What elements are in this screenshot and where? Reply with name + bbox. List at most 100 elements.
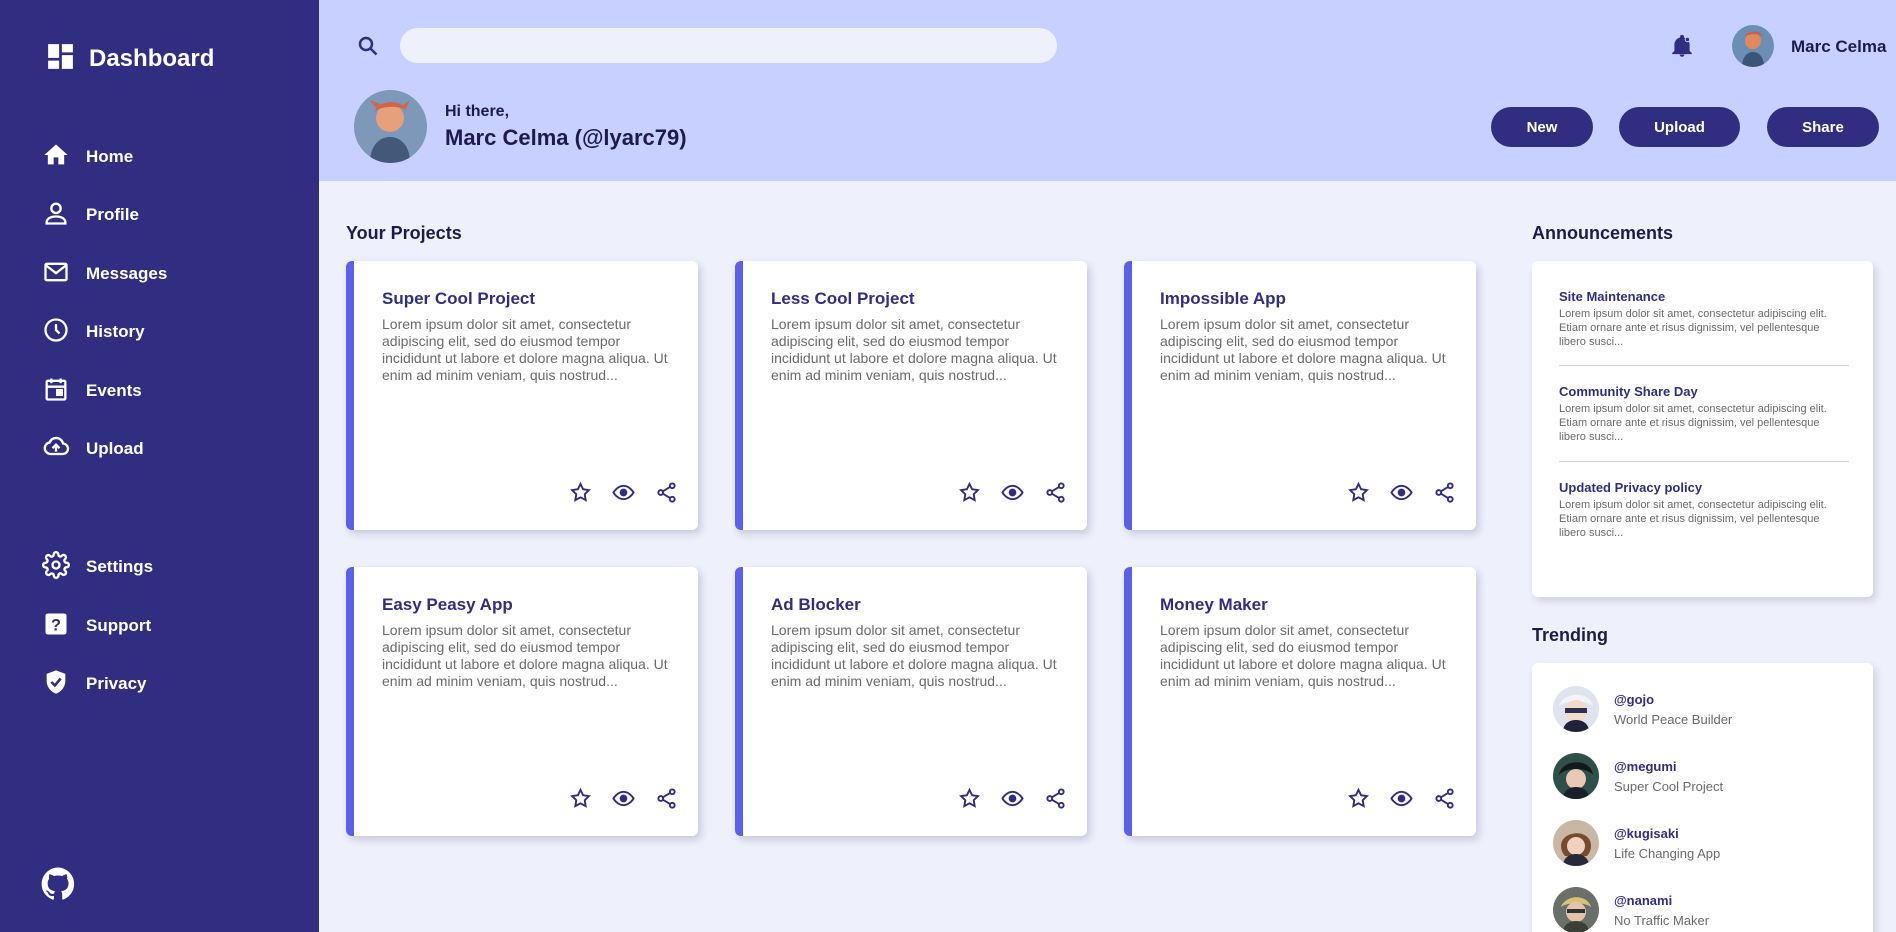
- sidebar-item-label: Settings: [86, 557, 154, 576]
- announcement-item[interactable]: Updated Privacy policy Lorem ipsum dolor…: [1559, 480, 1849, 540]
- sidebar-item-history[interactable]: History: [42, 312, 145, 352]
- announcement-title[interactable]: Community Share Day: [1559, 384, 1849, 399]
- project-card[interactable]: Impossible App Lorem ipsum dolor sit ame…: [1124, 261, 1476, 530]
- project-card[interactable]: Money Maker Lorem ipsum dolor sit amet, …: [1124, 567, 1476, 836]
- brand[interactable]: Dashboard: [44, 40, 214, 78]
- trending-item[interactable]: @nanami No Traffic Maker: [1553, 887, 1709, 932]
- eye-icon[interactable]: [1001, 787, 1024, 810]
- trending-handle[interactable]: @nanami: [1614, 893, 1709, 908]
- project-title[interactable]: Impossible App: [1160, 289, 1286, 309]
- dashboard-icon: [44, 40, 77, 78]
- trending-handle[interactable]: @kugisaki: [1614, 826, 1720, 841]
- trending-panel: @gojo World Peace Builder @megumi Super …: [1532, 663, 1873, 932]
- greeting: Hi there,: [445, 103, 510, 120]
- trending-project: No Traffic Maker: [1614, 912, 1710, 928]
- avatar[interactable]: [1732, 25, 1774, 67]
- sidebar-item-events[interactable]: Events: [42, 371, 142, 411]
- trending-project: Super Cool Project: [1614, 778, 1724, 794]
- new-button[interactable]: New: [1491, 107, 1593, 147]
- project-title[interactable]: Super Cool Project: [382, 289, 535, 309]
- avatar: [1553, 753, 1599, 799]
- project-description: Lorem ipsum dolor sit amet, consectetur …: [771, 622, 1057, 689]
- sidebar-item-label: Support: [86, 616, 152, 635]
- trending-item[interactable]: @kugisaki Life Changing App: [1553, 820, 1720, 866]
- announcement-body: Lorem ipsum dolor sit amet, consectetur …: [1559, 499, 1827, 539]
- clock-icon: [42, 316, 70, 349]
- project-card[interactable]: Super Cool Project Lorem ipsum dolor sit…: [346, 261, 698, 530]
- project-card[interactable]: Ad Blocker Lorem ipsum dolor sit amet, c…: [735, 567, 1087, 836]
- search-input[interactable]: [400, 28, 1057, 63]
- eye-icon[interactable]: [1390, 787, 1413, 810]
- sidebar: Dashboard Home Profile Messages History …: [0, 0, 319, 932]
- sidebar-item-home[interactable]: Home: [42, 137, 133, 177]
- trending-item[interactable]: @gojo World Peace Builder: [1553, 686, 1732, 732]
- announcement-body: Lorem ipsum dolor sit amet, consectetur …: [1559, 403, 1827, 443]
- project-card[interactable]: Easy Peasy App Lorem ipsum dolor sit ame…: [346, 567, 698, 836]
- star-icon[interactable]: [569, 787, 592, 810]
- project-description: Lorem ipsum dolor sit amet, consectetur …: [1160, 316, 1446, 383]
- project-title[interactable]: Ad Blocker: [771, 595, 861, 615]
- sidebar-item-label: Upload: [86, 439, 144, 458]
- sidebar-item-upload[interactable]: Upload: [42, 429, 144, 469]
- brand-title: Dashboard: [89, 45, 215, 72]
- star-icon[interactable]: [1347, 787, 1370, 810]
- share-button[interactable]: Share: [1767, 107, 1879, 147]
- trending-handle[interactable]: @megumi: [1614, 759, 1723, 774]
- share-icon[interactable]: [655, 787, 678, 810]
- share-icon[interactable]: [1044, 481, 1067, 504]
- sidebar-item-label: Privacy: [86, 674, 147, 693]
- star-icon[interactable]: [1347, 481, 1370, 504]
- sidebar-item-label: History: [86, 322, 145, 341]
- avatar: [1553, 820, 1599, 866]
- profile-icon: [42, 199, 70, 232]
- bell-icon[interactable]: [1669, 33, 1695, 59]
- project-title[interactable]: Easy Peasy App: [382, 595, 513, 615]
- share-icon[interactable]: [1433, 787, 1456, 810]
- header-username[interactable]: Marc Celma: [1791, 37, 1886, 57]
- calendar-icon: [42, 375, 70, 408]
- trending-handle[interactable]: @gojo: [1614, 692, 1732, 707]
- project-description: Lorem ipsum dolor sit amet, consectetur …: [382, 622, 668, 689]
- divider: [1559, 365, 1849, 366]
- search-icon[interactable]: [356, 34, 380, 58]
- sidebar-item-profile[interactable]: Profile: [42, 195, 139, 235]
- trending-title: Trending: [1532, 625, 1608, 645]
- project-card[interactable]: Less Cool Project Lorem ipsum dolor sit …: [735, 261, 1087, 530]
- project-title[interactable]: Less Cool Project: [771, 289, 915, 309]
- project-description: Lorem ipsum dolor sit amet, consectetur …: [771, 316, 1057, 383]
- sidebar-item-support[interactable]: ? Support: [42, 606, 151, 646]
- github-icon[interactable]: [40, 866, 76, 902]
- announcements-title: Announcements: [1532, 223, 1674, 243]
- announcement-title[interactable]: Site Maintenance: [1559, 289, 1849, 304]
- sidebar-item-label: Messages: [86, 264, 168, 283]
- header: Marc Celma Hi there, Marc Celma (@lyarc7…: [319, 0, 1896, 181]
- announcement-item[interactable]: Site Maintenance Lorem ipsum dolor sit a…: [1559, 289, 1849, 349]
- mail-icon: [42, 258, 70, 291]
- help-icon: ?: [42, 610, 70, 643]
- eye-icon[interactable]: [612, 787, 635, 810]
- project-description: Lorem ipsum dolor sit amet, consectetur …: [1160, 622, 1446, 689]
- share-icon[interactable]: [1044, 787, 1067, 810]
- star-icon[interactable]: [958, 481, 981, 504]
- share-icon[interactable]: [655, 481, 678, 504]
- sidebar-item-messages[interactable]: Messages: [42, 254, 167, 294]
- project-title[interactable]: Money Maker: [1160, 595, 1268, 615]
- upload-button[interactable]: Upload: [1619, 107, 1740, 147]
- star-icon[interactable]: [569, 481, 592, 504]
- project-description: Lorem ipsum dolor sit amet, consectetur …: [382, 316, 668, 383]
- sidebar-item-settings[interactable]: Settings: [42, 547, 153, 587]
- star-icon[interactable]: [958, 787, 981, 810]
- announcement-item[interactable]: Community Share Day Lorem ipsum dolor si…: [1559, 384, 1849, 444]
- trending-project: World Peace Builder: [1614, 711, 1733, 727]
- sidebar-item-label: Home: [86, 147, 134, 166]
- sidebar-item-privacy[interactable]: Privacy: [42, 664, 147, 704]
- trending-item[interactable]: @megumi Super Cool Project: [1553, 753, 1723, 799]
- eye-icon[interactable]: [1001, 481, 1024, 504]
- announcement-title[interactable]: Updated Privacy policy: [1559, 480, 1849, 495]
- eye-icon[interactable]: [612, 481, 635, 504]
- eye-icon[interactable]: [1390, 481, 1413, 504]
- share-icon[interactable]: [1433, 481, 1456, 504]
- cloud-upload-icon: [42, 433, 70, 466]
- trending-project: Life Changing App: [1614, 845, 1721, 861]
- announcement-body: Lorem ipsum dolor sit amet, consectetur …: [1559, 308, 1827, 348]
